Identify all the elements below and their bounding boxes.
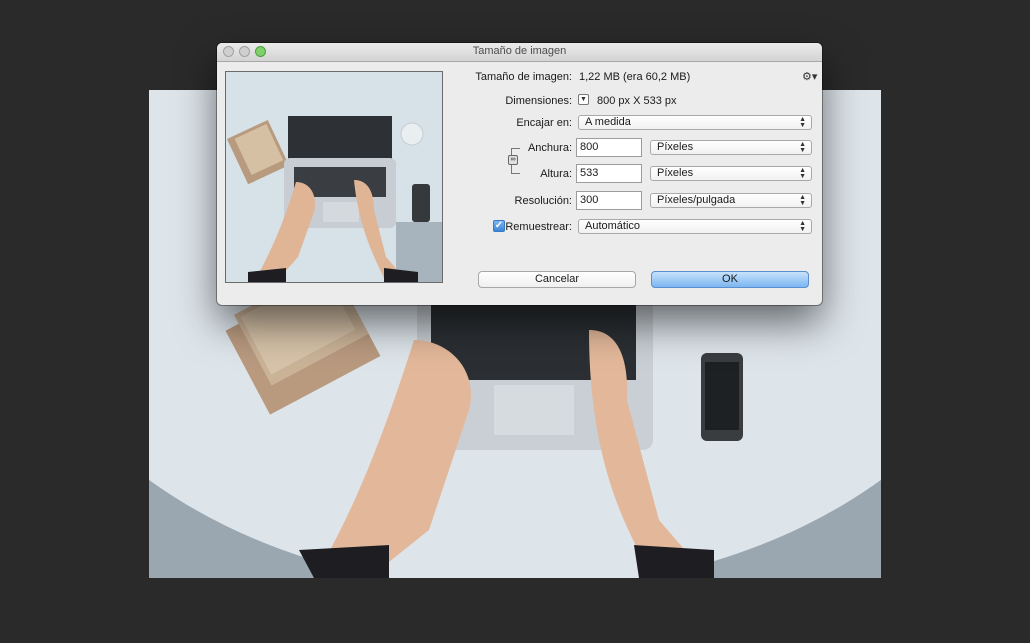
cancel-button[interactable]: Cancelar: [478, 271, 636, 288]
height-label: Altura:: [540, 168, 572, 180]
ok-button[interactable]: OK: [651, 271, 809, 288]
preview-illustration: [226, 72, 442, 282]
updown-chevron-icon: ▲ ▼: [799, 220, 806, 233]
image-preview[interactable]: [225, 71, 443, 283]
resample-label: Remuestrear:: [505, 221, 572, 233]
width-unit-value: Píxeles: [657, 141, 694, 153]
height-input[interactable]: 533: [576, 164, 642, 183]
resolution-unit-select[interactable]: Píxeles/pulgada ▲ ▼: [650, 193, 812, 208]
fit-select-value: A medida: [585, 116, 631, 128]
height-unit-select[interactable]: Píxeles ▲ ▼: [650, 166, 812, 181]
image-size-dialog: Tamaño de imagen Tamaño de imagen: 1,22 …: [217, 43, 822, 305]
updown-chevron-icon: ▲ ▼: [799, 116, 806, 129]
width-input[interactable]: 800: [576, 138, 642, 157]
updown-chevron-icon: ▲ ▼: [799, 194, 806, 207]
updown-chevron-icon: ▲ ▼: [799, 167, 806, 180]
resample-select-value: Automático: [585, 220, 641, 232]
resolution-input[interactable]: 300: [576, 191, 642, 210]
triangle-down-icon[interactable]: ▼: [578, 94, 589, 105]
dimensions-value: 800 px X 533 px: [597, 95, 677, 107]
title-bar[interactable]: Tamaño de imagen: [217, 43, 822, 62]
height-unit-value: Píxeles: [657, 167, 694, 179]
resample-checkbox[interactable]: ✓: [493, 220, 505, 232]
width-unit-select[interactable]: Píxeles ▲ ▼: [650, 140, 812, 155]
width-label: Anchura:: [527, 142, 572, 154]
resample-select[interactable]: Automático ▲ ▼: [578, 219, 812, 234]
dialog-title: Tamaño de imagen: [472, 45, 567, 57]
image-size-value: 1,22 MB (era 60,2 MB): [579, 71, 691, 83]
resolution-label: Resolución:: [514, 195, 572, 207]
fit-label: Encajar en:: [516, 117, 572, 129]
link-bracket-bottom: [511, 164, 520, 174]
gear-icon[interactable]: ⚙▾: [802, 70, 817, 83]
checkmark-icon: ✓: [494, 220, 504, 231]
fit-select[interactable]: A medida ▲ ▼: [578, 115, 812, 130]
resolution-unit-value: Píxeles/pulgada: [657, 194, 736, 206]
image-size-label: Tamaño de imagen:: [475, 71, 572, 83]
dimensions-label: Dimensiones:: [505, 95, 572, 107]
updown-chevron-icon: ▲ ▼: [799, 141, 806, 154]
link-icon[interactable]: ∞: [508, 155, 518, 165]
